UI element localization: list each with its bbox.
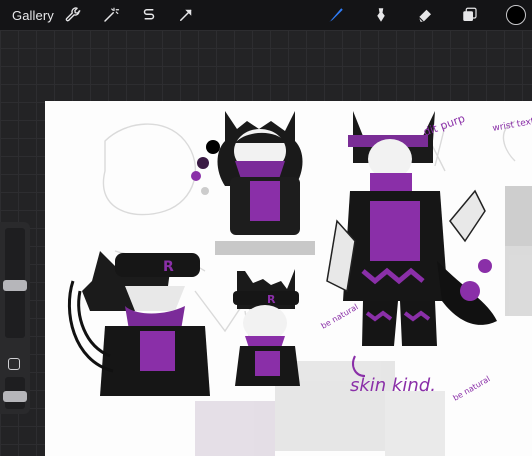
selection-icon[interactable] bbox=[138, 4, 160, 26]
wrench-icon[interactable] bbox=[62, 4, 84, 26]
drawing-canvas[interactable]: R R skin kind. dit purp wrist text be na… bbox=[45, 101, 532, 456]
bust-sketch-left: R bbox=[67, 251, 210, 396]
character-sketch-artwork: R R skin kind. dit purp wrist text be na… bbox=[67, 111, 532, 456]
bust-sketch-middle: R bbox=[233, 269, 300, 386]
brush-size-slider[interactable] bbox=[3, 228, 27, 338]
opacity-slider[interactable] bbox=[3, 377, 27, 409]
magic-wand-icon[interactable] bbox=[100, 4, 122, 26]
top-toolbar: Gallery bbox=[0, 0, 532, 30]
gallery-button[interactable]: Gallery bbox=[12, 8, 54, 23]
note-skin-kind: skin kind. bbox=[350, 375, 436, 396]
smudge-icon[interactable] bbox=[370, 4, 392, 26]
transform-arrow-icon[interactable] bbox=[175, 4, 197, 26]
left-sidebar bbox=[0, 222, 30, 414]
layers-icon[interactable] bbox=[459, 4, 481, 26]
note-dit-purp: dit purp bbox=[422, 112, 467, 139]
svg-text:R: R bbox=[163, 259, 174, 275]
brush-icon[interactable] bbox=[325, 4, 347, 26]
bust-sketch-top bbox=[215, 111, 315, 255]
note-wrist-text: wrist text bbox=[492, 117, 532, 134]
color-picker-swatch[interactable] bbox=[506, 5, 526, 25]
modify-button[interactable] bbox=[8, 358, 20, 370]
svg-text:R: R bbox=[267, 293, 276, 306]
brush-size-thumb[interactable] bbox=[3, 280, 27, 291]
opacity-thumb[interactable] bbox=[3, 391, 27, 402]
note-be-natural-1: be natural bbox=[320, 302, 360, 330]
eraser-icon[interactable] bbox=[414, 4, 436, 26]
note-be-natural-2: be natural bbox=[452, 374, 492, 402]
